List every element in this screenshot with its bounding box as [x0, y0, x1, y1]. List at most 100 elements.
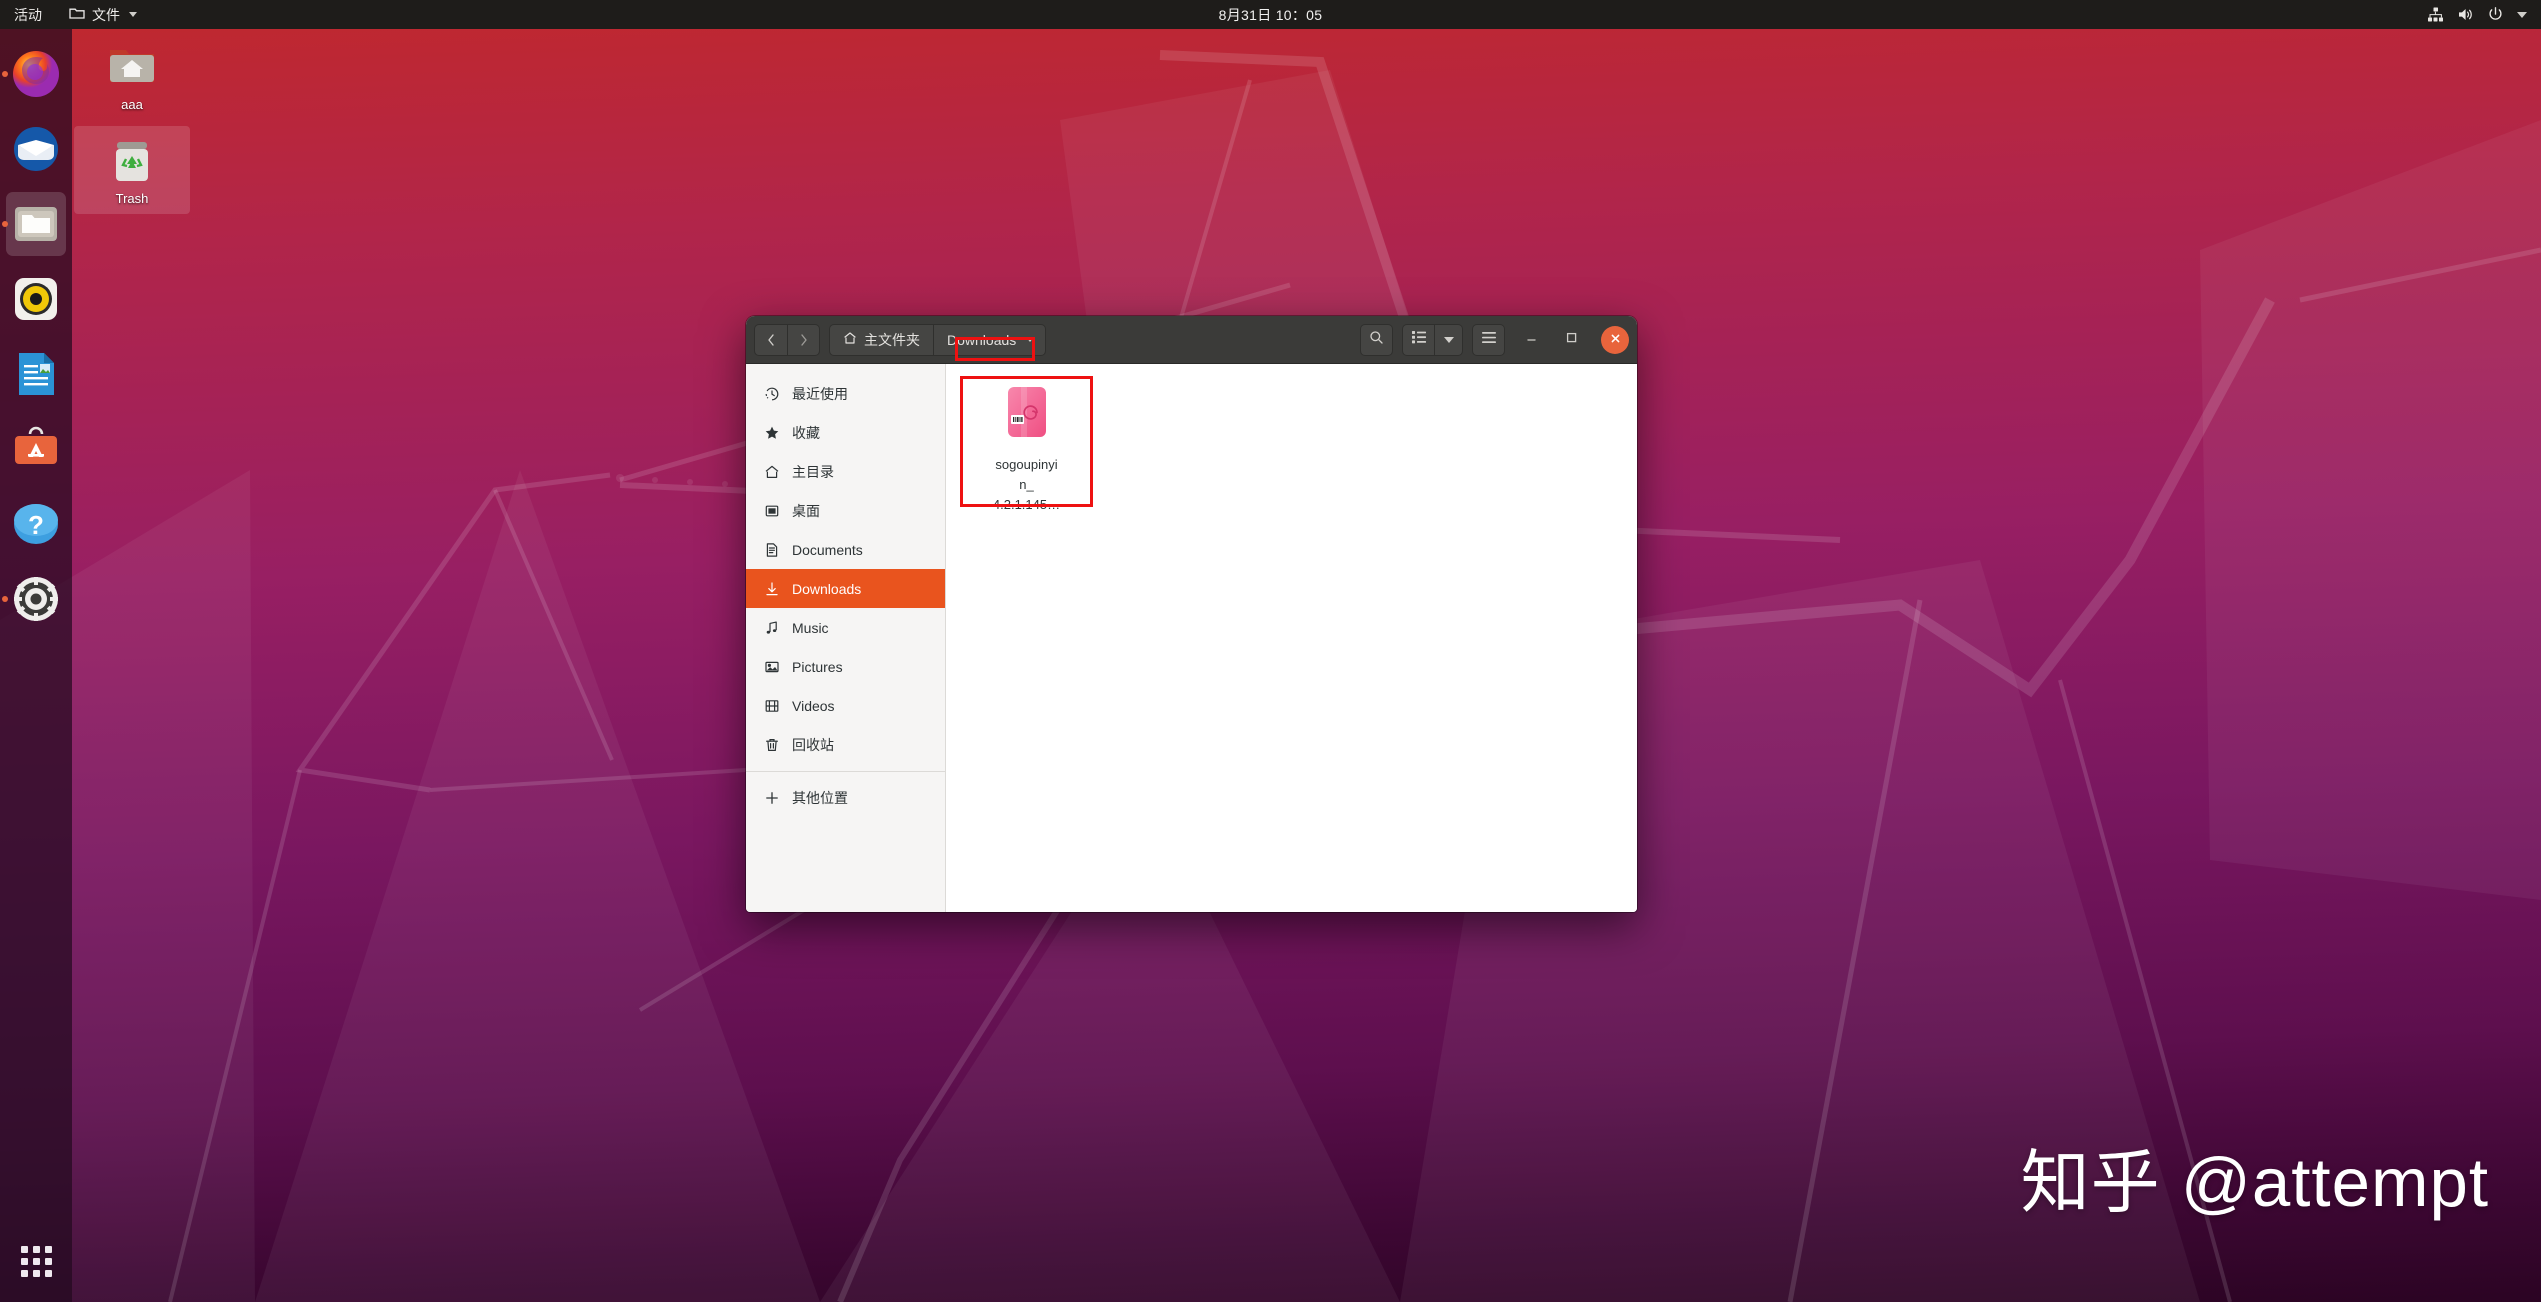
main-menu-button[interactable]: [1472, 324, 1505, 356]
sidebar-item-documents[interactable]: Documents: [746, 530, 945, 569]
system-top-bar: 活动 文件 8月31日 10：05: [0, 0, 2541, 29]
thunderbird-icon: [10, 123, 62, 175]
dock-item-settings[interactable]: [0, 563, 72, 635]
maximize-icon: [1565, 331, 1578, 349]
activities-button[interactable]: 活动: [0, 0, 58, 29]
app-menu-label: 文件: [92, 5, 120, 25]
forward-button[interactable]: [787, 324, 820, 356]
minimize-icon: [1525, 331, 1538, 349]
running-indicator-dot: [2, 221, 8, 227]
sidebar-item-label: Music: [792, 620, 829, 636]
sidebar-item-downloads[interactable]: Downloads: [746, 569, 945, 608]
rhythmbox-icon: [10, 273, 62, 325]
home-folder-icon: [106, 40, 158, 92]
firefox-icon: [10, 48, 62, 100]
back-button[interactable]: [754, 324, 787, 356]
clock-button[interactable]: 8月31日 10：05: [1219, 5, 1323, 25]
app-menu-button[interactable]: 文件: [58, 0, 148, 29]
network-icon: [2427, 6, 2444, 23]
sidebar-item-label: 桌面: [792, 501, 820, 521]
view-options-dropdown[interactable]: [1435, 324, 1463, 356]
breadcrumb-item-downloads[interactable]: Downloads: [933, 324, 1046, 356]
window-header-bar: 主文件夹 Downloads: [746, 316, 1637, 364]
maximize-button[interactable]: [1557, 326, 1585, 354]
volume-icon: [2457, 6, 2474, 23]
system-status-area[interactable]: [2427, 6, 2533, 23]
show-applications-button[interactable]: [0, 1230, 72, 1292]
file-name: sogoupinyi n_ 4.2.1.145…: [966, 455, 1087, 515]
sidebar-item-music[interactable]: Music: [746, 608, 945, 647]
breadcrumb-label-home: 主文件夹: [864, 330, 920, 350]
dock-item-rhythmbox[interactable]: [0, 263, 72, 335]
chevron-down-icon: [1026, 337, 1034, 342]
window-toolbar: [1351, 324, 1629, 356]
film-icon: [763, 697, 780, 714]
app-grid-icon: [21, 1246, 52, 1277]
settings-gear-icon: [10, 573, 62, 625]
desktop-icon-home-folder[interactable]: aaa: [82, 32, 182, 113]
file-name-line-2: n_: [1019, 477, 1033, 492]
dock-item-files[interactable]: [0, 188, 72, 260]
desktop-icon-label: Trash: [74, 191, 190, 207]
chevron-down-icon: [129, 12, 137, 17]
deb-package-icon: [1001, 385, 1053, 447]
sidebar-item-videos[interactable]: Videos: [746, 686, 945, 725]
navigation-buttons: [754, 324, 820, 356]
image-icon: [763, 658, 780, 675]
chevron-down-icon[interactable]: [2517, 12, 2527, 18]
sidebar-item-label: Downloads: [792, 581, 861, 597]
sidebar-item-starred[interactable]: 收藏: [746, 413, 945, 452]
running-indicator-dot: [2, 596, 8, 602]
watermark-text: 知乎 @attempt: [2021, 1126, 2489, 1226]
sidebar-item-trash[interactable]: 回收站: [746, 725, 945, 764]
breadcrumb: 主文件夹 Downloads: [829, 324, 1046, 356]
breadcrumb-item-home[interactable]: 主文件夹: [829, 324, 933, 356]
sidebar-item-desktop[interactable]: 桌面: [746, 491, 945, 530]
close-button[interactable]: [1601, 326, 1629, 354]
sidebar-item-label: 收藏: [792, 423, 820, 443]
sidebar-item-pictures[interactable]: Pictures: [746, 647, 945, 686]
sidebar-item-label: Documents: [792, 542, 863, 558]
power-icon: [2487, 6, 2504, 23]
dock-item-ubuntu-software[interactable]: [0, 413, 72, 485]
desktop-icon-trash[interactable]: Trash: [74, 126, 190, 214]
sidebar-item-label: 回收站: [792, 735, 834, 755]
places-sidebar: 最近使用 收藏 主目录: [746, 364, 946, 912]
home-icon: [843, 331, 857, 348]
dock-item-help[interactable]: ?: [0, 488, 72, 560]
minimize-button[interactable]: [1517, 326, 1545, 354]
hamburger-menu-icon: [1481, 331, 1497, 349]
ubuntu-software-icon: [10, 423, 62, 475]
music-note-icon: [763, 619, 780, 636]
folder-icon: [69, 6, 85, 23]
sidebar-item-recent[interactable]: 最近使用: [746, 374, 945, 413]
sidebar-item-label: 主目录: [792, 462, 834, 482]
view-mode-split-button: [1402, 324, 1463, 356]
sidebar-item-label: 最近使用: [792, 384, 848, 404]
star-icon: [763, 424, 780, 441]
sidebar-divider: [746, 771, 945, 772]
file-list-view[interactable]: sogoupinyi n_ 4.2.1.145…: [946, 364, 1637, 912]
files-icon: [10, 198, 62, 250]
help-icon: ?: [10, 498, 62, 550]
sidebar-item-label: Pictures: [792, 659, 843, 675]
dock-item-firefox[interactable]: [0, 38, 72, 110]
activities-label: 活动: [14, 5, 42, 25]
desktop-icon-label: aaa: [82, 97, 182, 113]
download-icon: [763, 580, 780, 597]
search-button[interactable]: [1360, 324, 1393, 356]
search-icon: [1369, 330, 1384, 350]
trash-icon: [106, 134, 158, 186]
home-icon: [763, 463, 780, 480]
sidebar-item-home[interactable]: 主目录: [746, 452, 945, 491]
file-item[interactable]: sogoupinyi n_ 4.2.1.145…: [960, 376, 1093, 525]
dock-item-thunderbird[interactable]: [0, 113, 72, 185]
breadcrumb-label-downloads: Downloads: [947, 332, 1016, 348]
document-icon: [763, 541, 780, 558]
list-view-button[interactable]: [1402, 324, 1435, 356]
sidebar-item-label: 其他位置: [792, 788, 848, 808]
dock-item-libreoffice-writer[interactable]: [0, 338, 72, 410]
sidebar-item-other-locations[interactable]: 其他位置: [746, 778, 945, 817]
file-name-line-3: 4.2.1.145…: [993, 497, 1060, 512]
window-body: 最近使用 收藏 主目录: [746, 364, 1637, 912]
